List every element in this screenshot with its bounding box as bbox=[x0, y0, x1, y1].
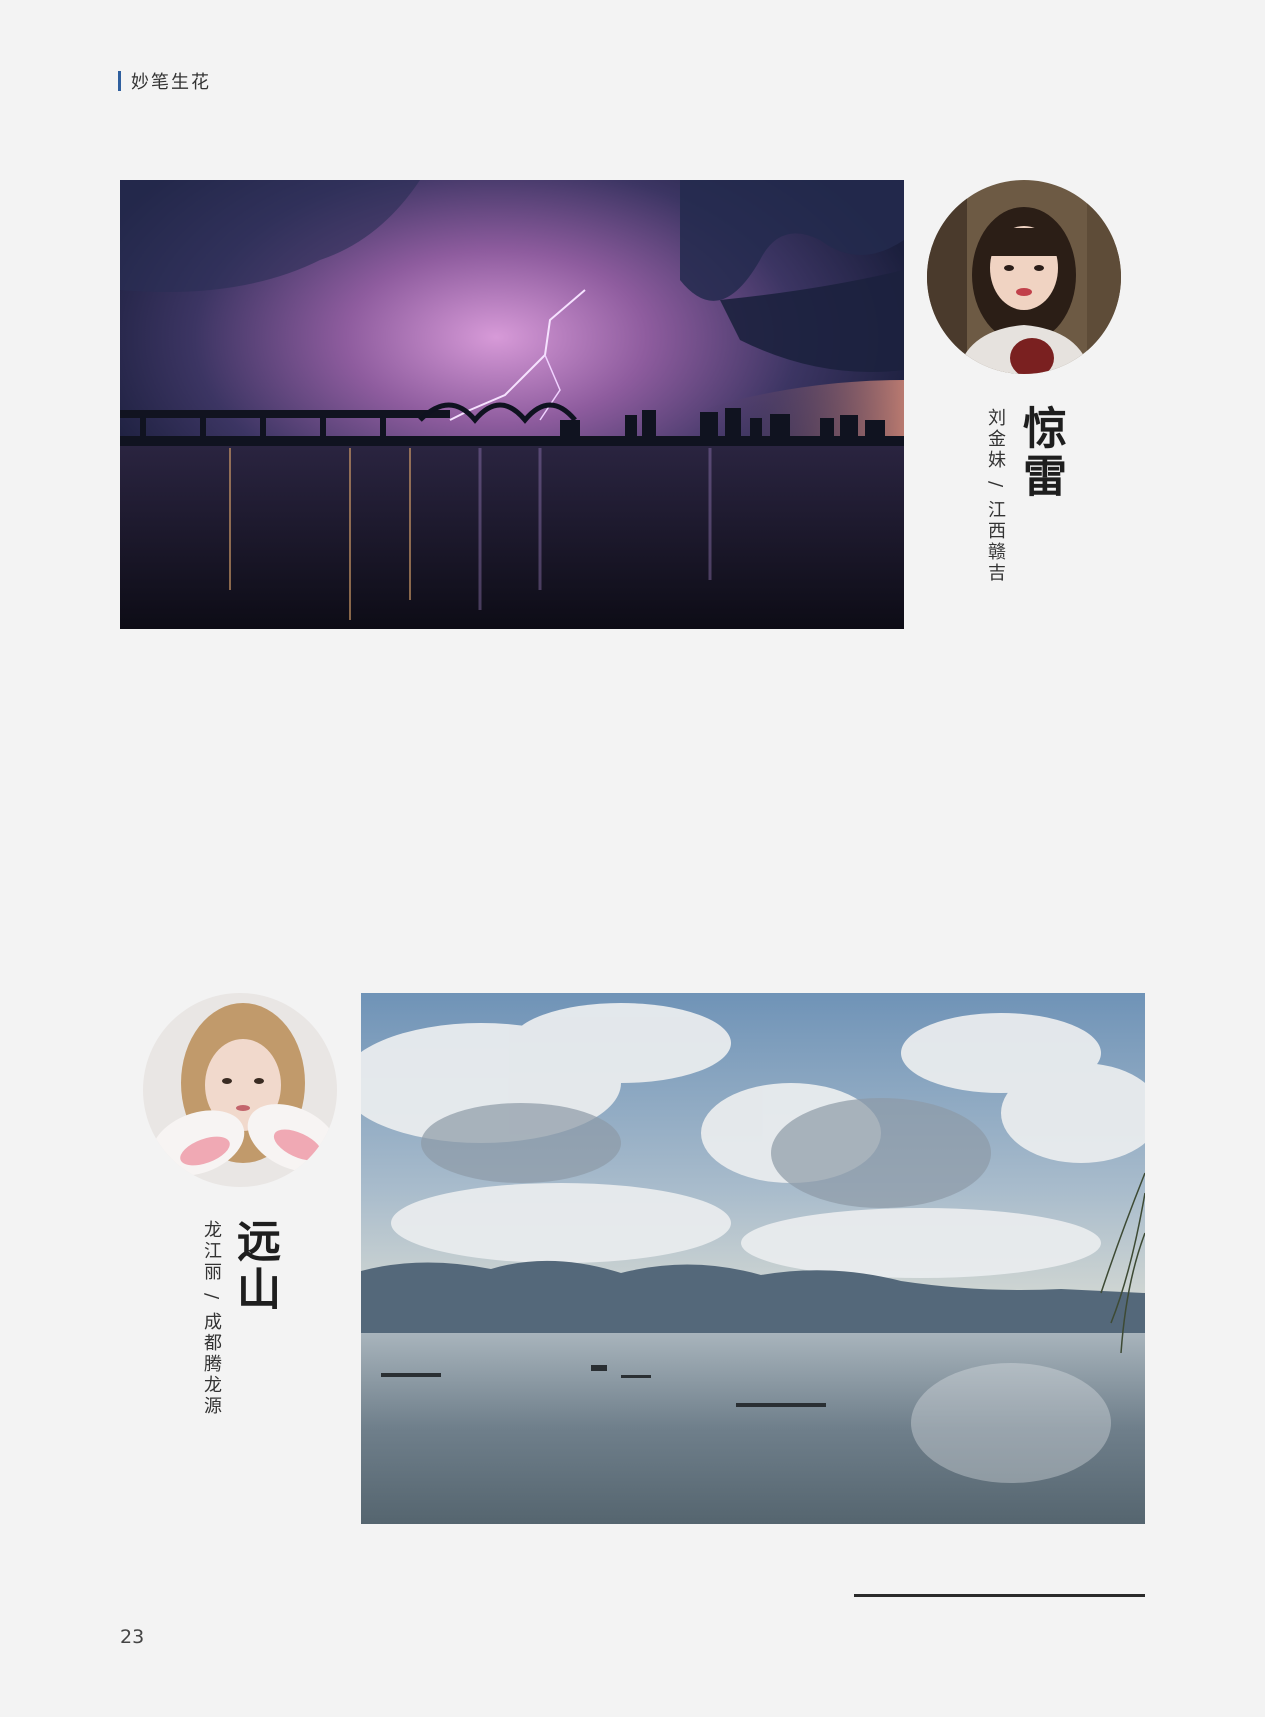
page-number: 23 bbox=[120, 1626, 145, 1648]
section-header: 妙笔生花 bbox=[118, 70, 211, 93]
footer-rule bbox=[854, 1594, 1145, 1597]
photo-title-2: 远山 bbox=[229, 1218, 280, 1314]
author-location-2: 成都腾龙源 bbox=[201, 1312, 222, 1418]
author-name-2: 龙江丽 bbox=[201, 1220, 222, 1283]
lightning-photo bbox=[120, 180, 904, 629]
mountain-lake-photo bbox=[361, 993, 1145, 1524]
author-avatar-1 bbox=[927, 180, 1121, 374]
author-location-1: 江西赣吉 bbox=[985, 500, 1006, 585]
credit-separator-2: / bbox=[201, 1293, 222, 1303]
photo-credit-2: 龙江丽 / 成都腾龙源 bbox=[201, 1220, 222, 1418]
photo-title-1: 惊雷 bbox=[1015, 405, 1066, 501]
section-title: 妙笔生花 bbox=[131, 72, 211, 93]
section-accent-bar bbox=[118, 71, 121, 91]
photo-credit-1: 刘金妹 / 江西赣吉 bbox=[985, 408, 1006, 585]
author-avatar-2 bbox=[143, 993, 337, 1187]
author-name-1: 刘金妹 bbox=[985, 408, 1006, 471]
credit-separator-1: / bbox=[985, 481, 1006, 491]
